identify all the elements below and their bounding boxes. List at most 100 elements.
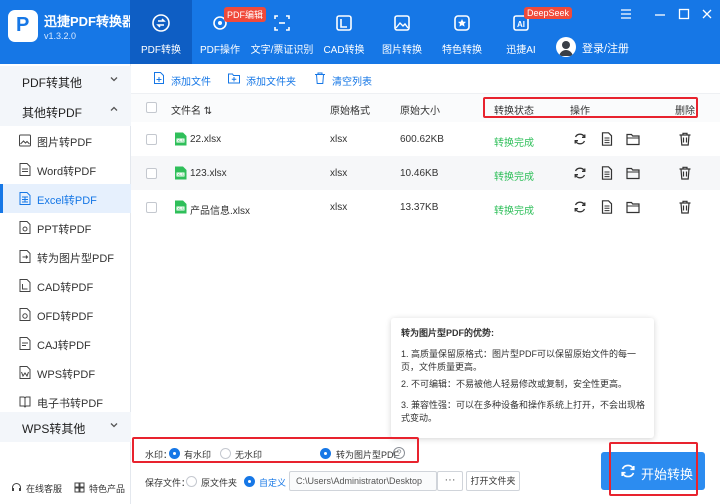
cad-icon — [336, 15, 352, 31]
svg-text:AI: AI — [517, 20, 525, 29]
sidebar-item-wps-to-pdf[interactable]: WPS转PDF — [0, 358, 131, 387]
sidebar-item-label: WPS转PDF — [37, 369, 96, 381]
nav-label: PDF转换 — [141, 45, 181, 56]
nav-special[interactable]: 特色转换 — [432, 0, 492, 64]
highlight-start-button — [609, 442, 698, 496]
deepseek-badge: DeepSeek — [524, 7, 573, 19]
login-label: 登录/注册 — [582, 43, 630, 55]
folder-icon[interactable] — [626, 200, 640, 214]
sidebar-item-label: 转为图片型PDF — [37, 253, 114, 265]
cad-file-icon — [19, 279, 31, 292]
svg-text:XLS: XLS — [177, 139, 184, 143]
online-service-button[interactable]: 在线客服 — [11, 480, 71, 496]
chevron-up-icon — [110, 106, 118, 111]
delete-icon[interactable] — [678, 132, 692, 146]
delete-icon[interactable] — [678, 166, 692, 180]
convert-icon — [19, 250, 31, 263]
nav-label: 迅捷AI — [506, 45, 536, 56]
nav-ocr[interactable]: 文字/票证识别 — [248, 0, 316, 64]
refresh-icon[interactable] — [573, 200, 587, 214]
nav-pdf-convert[interactable]: PDF转换 — [130, 0, 192, 64]
refresh-icon[interactable] — [573, 166, 587, 180]
chevron-down-icon — [110, 423, 118, 428]
sidebar: PDF转其他 其他转PDF 图片转PDF Word转PDF Excel转PDF … — [0, 64, 131, 504]
file-format: xlsx — [330, 134, 348, 145]
nav-cad[interactable]: CAD转换 — [316, 0, 372, 64]
open-file-icon[interactable] — [600, 200, 614, 214]
presentation-icon — [19, 221, 31, 234]
table-row[interactable]: XLS 22.xlsx xlsx 600.62KB 转换完成 — [131, 122, 720, 156]
headset-icon — [12, 483, 21, 491]
column-name-label: 文件名 — [171, 106, 201, 117]
login-register[interactable]: 登录/注册 — [556, 35, 656, 57]
xlsx-file-icon: XLS — [175, 200, 187, 214]
sidebar-category-label: WPS转其他 — [22, 422, 86, 436]
open-file-icon[interactable] — [600, 166, 614, 180]
custom-folder-radio[interactable] — [244, 476, 255, 487]
nav-label: CAD转换 — [323, 45, 365, 56]
caj-file-icon — [19, 337, 31, 350]
sidebar-item-caj-to-pdf[interactable]: CAJ转PDF — [0, 329, 131, 358]
original-folder-radio[interactable] — [186, 476, 197, 487]
sidebar-item-to-image-pdf[interactable]: 转为图片型PDF — [0, 242, 131, 271]
row-checkbox[interactable] — [146, 202, 157, 213]
open-folder-button[interactable]: 打开文件夹 — [466, 471, 520, 491]
status-badge: 转换完成 — [494, 206, 534, 217]
sidebar-category-pdf-to-other[interactable]: PDF转其他 — [0, 66, 131, 96]
clear-list-label: 清空列表 — [332, 77, 372, 88]
save-location-options: 保存文件： 原文件夹 自定义 — [131, 471, 291, 493]
file-format: xlsx — [330, 202, 348, 213]
file-size: 13.37KB — [400, 202, 439, 213]
sidebar-item-label: CAD转PDF — [37, 282, 94, 294]
maximize-icon[interactable] — [677, 7, 691, 21]
sidebar-item-label: OFD转PDF — [37, 311, 94, 323]
save-path-value: C:\Users\Administrator\Desktop — [296, 476, 423, 486]
status-badge: 转换完成 — [494, 172, 534, 183]
sidebar-item-ofd-to-pdf[interactable]: OFD转PDF — [0, 300, 131, 329]
original-folder-label: 原文件夹 — [201, 478, 238, 488]
table-row[interactable]: XLS 产品信息.xlsx xlsx 13.37KB 转换完成 — [131, 190, 720, 224]
advantage-point-1: 1. 高质量保留原格式：图片型PDF可以保留原始文件的每一页，文件质量更高。 — [401, 349, 637, 372]
sidebar-category-wps-to-other[interactable]: WPS转其他 — [0, 412, 131, 442]
minimize-icon[interactable] — [653, 7, 667, 21]
save-path-input[interactable]: C:\Users\Administrator\Desktop — [289, 471, 437, 491]
close-icon[interactable] — [700, 7, 714, 21]
image-icon — [394, 15, 410, 31]
sidebar-item-excel-to-pdf[interactable]: Excel转PDF — [0, 184, 131, 213]
special-icon — [454, 15, 470, 31]
sidebar-item-cad-to-pdf[interactable]: CAD转PDF — [0, 271, 131, 300]
svg-text:XLS: XLS — [177, 207, 184, 211]
sidebar-category-other-to-pdf[interactable]: 其他转PDF — [0, 96, 131, 126]
trash-icon — [315, 72, 325, 84]
nav-image[interactable]: 图片转换 — [372, 0, 432, 64]
row-checkbox[interactable] — [146, 168, 157, 179]
book-icon — [19, 396, 31, 408]
app-version: v1.3.2.0 — [44, 31, 77, 41]
file-name: 123.xlsx — [190, 168, 227, 179]
file-toolbar: 添加文件 添加文件夹 清空列表 — [131, 64, 720, 94]
xlsx-file-icon: XLS — [175, 166, 187, 180]
folder-icon[interactable] — [626, 132, 640, 146]
sidebar-item-word-to-pdf[interactable]: Word转PDF — [0, 155, 131, 184]
select-all-checkbox[interactable] — [146, 102, 157, 113]
sidebar-item-image-to-pdf[interactable]: 图片转PDF — [0, 126, 131, 155]
sidebar-item-label: Excel转PDF — [37, 195, 97, 207]
save-file-label: 保存文件： — [145, 478, 191, 488]
column-header-name[interactable]: 文件名 ⇅ — [171, 102, 212, 117]
app-logo: P — [8, 10, 38, 42]
table-row[interactable]: XLS 123.xlsx xlsx 10.46KB 转换完成 — [131, 156, 720, 190]
featured-products-button[interactable]: 特色产品 — [74, 480, 130, 496]
file-size: 600.62KB — [400, 134, 444, 145]
refresh-icon[interactable] — [573, 132, 587, 146]
advantage-point-3: 3. 兼容性强：可以在多种设备和操作系统上打开，不会出现格式变动。 — [401, 400, 646, 423]
delete-icon[interactable] — [678, 200, 692, 214]
status-badge: 转换完成 — [494, 138, 534, 149]
row-checkbox[interactable] — [146, 134, 157, 145]
column-header-format: 原始格式 — [330, 106, 370, 117]
menu-icon[interactable] — [619, 7, 633, 21]
avatar — [556, 37, 576, 57]
folder-icon[interactable] — [626, 166, 640, 180]
browse-button[interactable]: ··· — [437, 471, 463, 491]
sidebar-item-ppt-to-pdf[interactable]: PPT转PDF — [0, 213, 131, 242]
open-file-icon[interactable] — [600, 132, 614, 146]
